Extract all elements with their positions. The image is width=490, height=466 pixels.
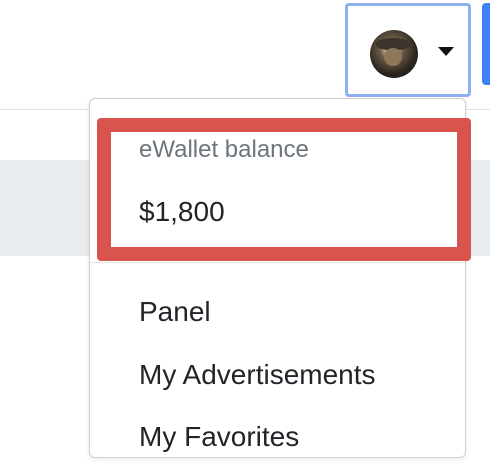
page-content-band <box>0 160 90 256</box>
ewallet-balance-highlight <box>97 118 471 261</box>
caret-down-icon <box>438 47 454 56</box>
adjacent-button-edge[interactable] <box>482 3 490 85</box>
menu-item-my-favorites[interactable]: My Favorites <box>90 408 465 466</box>
menu-item-panel[interactable]: Panel <box>90 283 465 341</box>
menu-item-my-advertisements[interactable]: My Advertisements <box>90 346 465 404</box>
dropdown-divider <box>90 262 465 263</box>
user-avatar <box>370 30 418 78</box>
avatar-face <box>384 48 402 66</box>
user-menu-toggle[interactable] <box>345 3 471 97</box>
